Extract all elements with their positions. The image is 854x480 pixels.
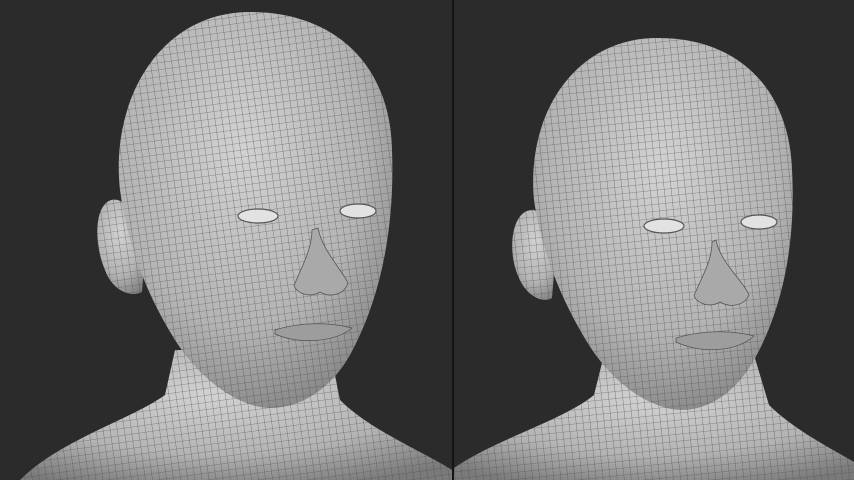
- right-viewport: [454, 0, 854, 480]
- left-eye-socket-right: [237, 208, 279, 224]
- right-eye-socket-left: [740, 214, 778, 230]
- comparison-stage: [0, 0, 854, 480]
- right-head-render: [454, 37, 854, 480]
- left-head-render: [20, 12, 452, 480]
- left-eye-socket-left: [339, 203, 377, 219]
- left-viewport: [0, 0, 452, 480]
- right-eye-socket-right: [643, 218, 685, 234]
